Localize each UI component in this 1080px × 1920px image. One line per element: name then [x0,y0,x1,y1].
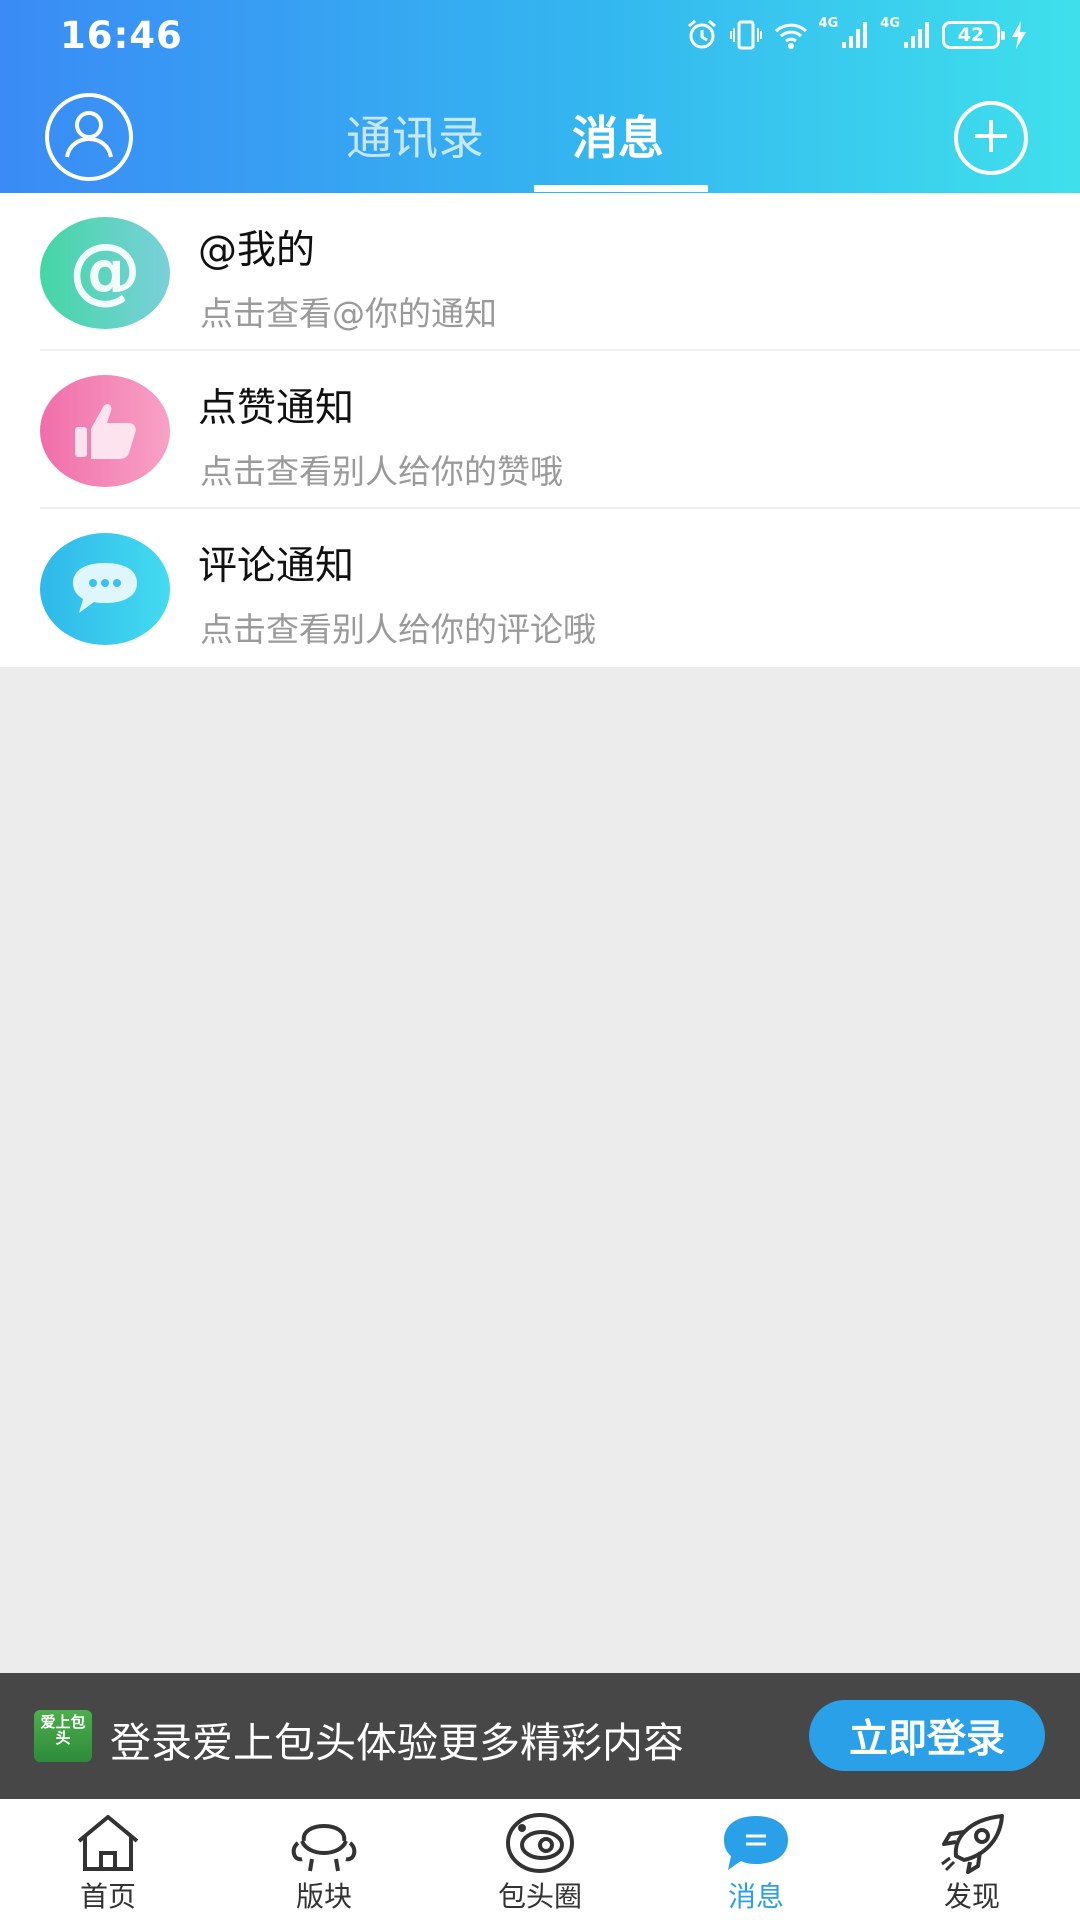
wifi-icon [773,18,809,52]
app-logo: 爱上包头 [34,1710,92,1762]
notification-item-likes[interactable]: 点赞通知 点击查看别人给你的赞哦 [0,351,1080,509]
app-header: 16:46 4G 4G 42 通讯录 消息 [0,0,1080,193]
status-icons: 4G 4G 42 [685,14,1028,56]
status-time: 16:46 [60,14,183,57]
network-label-1: 4G [818,15,839,31]
vibrate-icon [729,18,763,52]
notification-item-mentions[interactable]: @ @我的 点击查看@你的通知 [0,193,1080,351]
nav-item-home[interactable]: 首页 [0,1799,216,1920]
thumbs-up-icon [40,375,170,487]
user-avatar-button[interactable] [45,93,133,181]
login-banner: 爱上包头 登录爱上包头体验更多精彩内容 立即登录 [0,1673,1080,1799]
nav-label: 首页 [79,1880,136,1913]
rocket-icon [936,1811,1008,1875]
nav-item-circle[interactable]: 包头圈 [432,1799,648,1920]
tab-messages[interactable]: 消息 [572,102,664,168]
battery-icon: 42 [942,21,1005,49]
bottom-nav: 首页 版块 包头圈 消息 发现 [0,1799,1080,1920]
at-icon: @ [40,217,170,329]
tab-contacts[interactable]: 通讯录 [346,102,484,168]
status-bar: 16:46 4G 4G 42 [0,0,1080,72]
battery-level: 42 [957,24,985,46]
home-icon [72,1811,144,1875]
alarm-icon [685,18,719,52]
charging-icon [1010,20,1028,50]
nav-item-messages[interactable]: 消息 [648,1799,864,1920]
add-button[interactable] [954,101,1028,175]
svg-text:@: @ [69,233,141,312]
nav-label: 包头圈 [497,1880,582,1913]
nav-label: 发现 [943,1880,1000,1913]
network-label-2: 4G [880,15,900,31]
active-tab-indicator [534,185,708,192]
comment-icon [40,533,170,645]
signal-icon [840,20,870,50]
title-bar: 通讯录 消息 [0,72,1080,193]
notification-subtitle: 点击查看@你的通知 [200,294,497,333]
nav-item-forum[interactable]: 版块 [216,1799,432,1920]
login-banner-text: 登录爱上包头体验更多精彩内容 [110,1719,684,1767]
circle-icon [504,1811,576,1875]
notification-subtitle: 点击查看别人给你的评论哦 [200,610,596,649]
nav-item-discover[interactable]: 发现 [864,1799,1080,1920]
notification-subtitle: 点击查看别人给你的赞哦 [200,452,563,491]
plus-icon [969,114,1013,162]
notification-list: @ @我的 点击查看@你的通知 点赞通知 点击查看别人给你的赞哦 评论通知 点击… [0,193,1080,667]
user-icon [57,103,121,171]
notification-title: 评论通知 [198,544,355,589]
forum-icon [288,1811,360,1875]
notification-title: @我的 [198,228,316,273]
notification-title: 点赞通知 [198,386,355,431]
app-logo-text: 爱上包头 [40,1713,86,1747]
nav-label: 消息 [727,1880,784,1913]
login-button[interactable]: 立即登录 [809,1700,1045,1771]
notification-item-comments[interactable]: 评论通知 点击查看别人给你的评论哦 [0,509,1080,667]
nav-label: 版块 [295,1880,352,1913]
signal-icon [902,20,932,50]
message-icon [720,1811,792,1875]
